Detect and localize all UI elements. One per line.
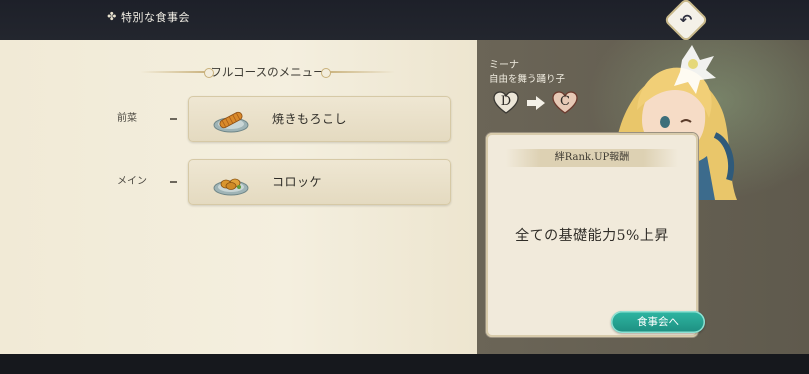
course-label: メイン [117, 176, 147, 187]
screen-title: ✤ 特別な食事会 [106, 9, 190, 25]
grilled-corn-icon [213, 111, 249, 133]
back-button[interactable]: ↶ [666, 0, 706, 40]
reward-description: 全ての基礎能力5%上昇 [515, 228, 669, 244]
screen-title-label: 特別な食事会 [121, 11, 190, 24]
course-row-appetizer: 前菜 焼きもろこし [0, 96, 477, 142]
dish-name: コロッケ [272, 175, 323, 189]
rank-current-badge: D [493, 91, 519, 115]
croquette-icon [213, 178, 249, 196]
course-label: 前菜 [117, 113, 137, 124]
character-name: ミーナ [489, 60, 519, 71]
top-bar: ✤ 特別な食事会 ↶ [0, 0, 809, 40]
rank-current-label: D [500, 94, 512, 109]
dish-name: 焼きもろこし [272, 112, 348, 126]
go-to-dinner-button[interactable]: 食事会へ [611, 311, 705, 333]
arrow-right-icon [527, 96, 545, 110]
rank-next-label: C [560, 94, 570, 109]
reward-header-label: 絆Rank.UP報酬 [554, 152, 630, 163]
rank-next-badge: C [552, 91, 578, 115]
divider-dash [170, 181, 177, 183]
course-row-main: メイン コロッケ [0, 159, 477, 205]
dish-card-appetizer[interactable]: 焼きもろこし [188, 96, 451, 142]
divider-dash [170, 118, 177, 120]
menu-panel: フルコースのメニュー 前菜 焼きもろこし メイン コロッケ [0, 40, 477, 354]
character-subtitle: 自由を舞う踊り子 [489, 74, 566, 85]
return-arrow-icon: ↶ [679, 11, 693, 29]
menu-title-banner: フルコースのメニュー [140, 64, 395, 80]
flower-icon: ✤ [107, 10, 117, 23]
character-panel: ミーナ 自由を舞う踊り子 D C 絆Rank.UP報酬 全ての基礎能力5%上昇 … [477, 40, 809, 354]
dish-card-main[interactable]: コロッケ [188, 159, 451, 205]
ornament-right [325, 71, 395, 73]
reward-card: 絆Rank.UP報酬 全ての基礎能力5%上昇 [486, 133, 698, 337]
reward-header: 絆Rank.UP報酬 [506, 149, 678, 167]
bottom-bar [0, 354, 809, 374]
